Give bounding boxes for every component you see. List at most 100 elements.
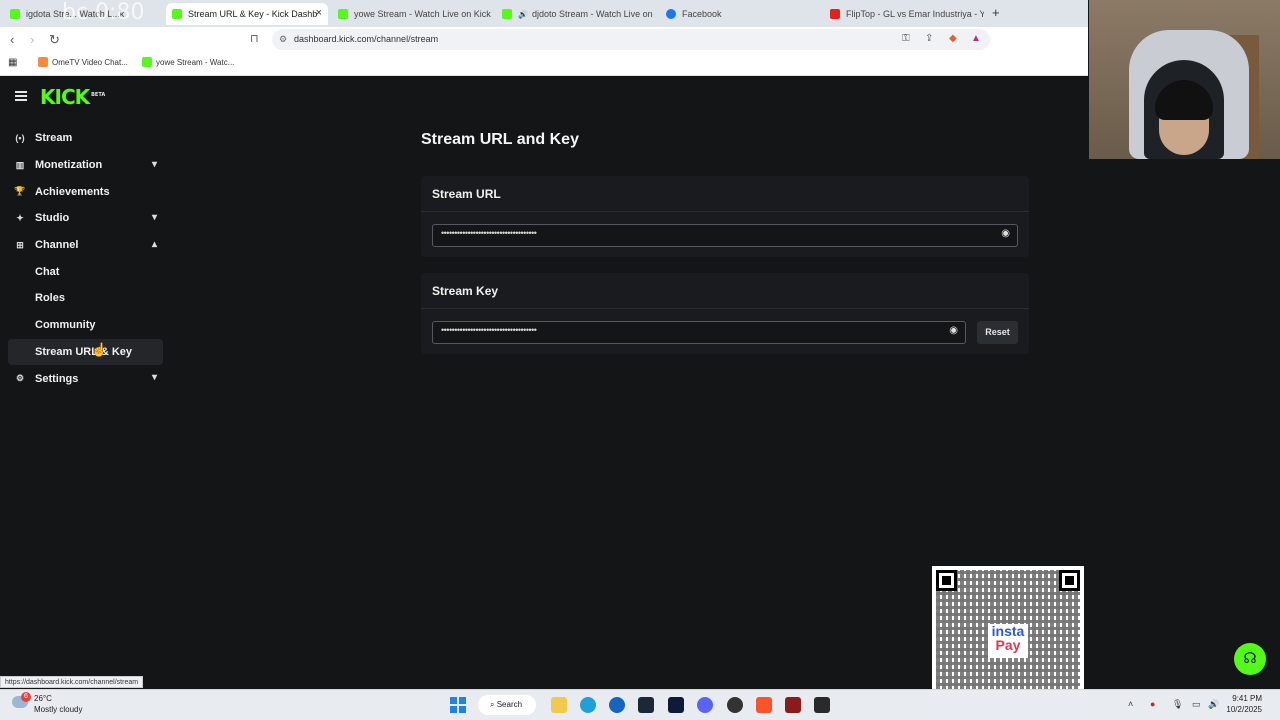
volume-icon[interactable]: 🔊 <box>1208 699 1219 710</box>
site-info-icon[interactable]: ⚙ <box>279 29 287 50</box>
stream-url-heading: Stream URL <box>421 176 1029 212</box>
mouse-cursor-icon: ☝ <box>91 342 108 357</box>
sidebar-item-label: Chat <box>35 265 60 278</box>
search-icon: ⌕ <box>490 700 497 709</box>
facebook-favicon-icon <box>666 9 676 19</box>
sidebar-item-settings[interactable]: ⚙ Settings ▾ <box>8 365 163 392</box>
bookmarks-bar: ▦ OmeTV Video Chat... yowe Stream - Watc… <box>0 52 1088 76</box>
logo-text-top: insta <box>991 623 1025 639</box>
file-explorer-icon[interactable] <box>551 697 567 713</box>
support-chat-button[interactable]: ☊ <box>1234 643 1266 675</box>
sidebar-item-community[interactable]: Community <box>8 312 163 339</box>
reset-button[interactable]: Reset <box>977 321 1018 344</box>
tab-djdoto[interactable]: 🔊 djdoto Stream - Watch Live on K <box>496 3 656 25</box>
bookmark-yowe[interactable]: yowe Stream - Watc... <box>142 57 234 67</box>
brave-shield-icon[interactable]: ◆ <box>949 33 957 44</box>
stream-url-value: •••••••••••••••••••••••••••••••••••• <box>441 228 537 238</box>
eye-icon[interactable]: ◉ <box>949 325 958 336</box>
stream-key-heading: Stream Key <box>421 273 1029 309</box>
new-tab-button[interactable]: + <box>992 5 1000 20</box>
kick-favicon-icon <box>10 9 20 19</box>
browser-tab-bar: igdota Stre... Watch L...k Stream URL & … <box>0 0 1088 27</box>
kick-favicon-icon <box>172 9 182 19</box>
chevron-down-icon[interactable]: ▾ <box>152 212 157 223</box>
sidebar-item-studio[interactable]: ✦ Studio ▾ <box>8 205 163 232</box>
steam-icon[interactable] <box>638 697 654 713</box>
sidebar-item-label: Community <box>35 319 96 332</box>
hamburger-menu-icon[interactable] <box>15 91 27 101</box>
chart-icon: ▥ <box>15 159 25 170</box>
sidebar-item-stream[interactable]: (•) Stream <box>8 125 163 152</box>
clock-date: 10/2/2025 <box>1226 705 1262 714</box>
sidebar-item-channel[interactable]: ⊞ Channel ▴ <box>8 232 163 259</box>
app-icon[interactable] <box>814 697 830 713</box>
kick-favicon-icon <box>142 57 152 67</box>
chevron-up-icon[interactable]: ▴ <box>152 239 157 250</box>
windows-start-icon[interactable] <box>450 697 466 713</box>
clock-time: 9:41 PM <box>1232 694 1262 703</box>
brave-icon[interactable] <box>756 697 772 713</box>
network-icon[interactable]: ▭ <box>1192 699 1201 710</box>
stream-key-value: •••••••••••••••••••••••••••••••••••• <box>441 325 537 335</box>
back-icon[interactable]: ‹ <box>10 32 14 47</box>
gear-icon: ⚙ <box>15 373 25 384</box>
tab-title: djdoto Stream - Watch Live on K <box>531 9 656 19</box>
channel-icon: ⊞ <box>16 239 24 250</box>
kick-logo[interactable]: KICK BETA <box>40 85 105 109</box>
taskbar-clock[interactable]: 9:41 PM 10/2/2025 <box>1222 693 1262 715</box>
sidebar-item-monetization[interactable]: ▥ Monetization ▾ <box>8 152 163 179</box>
stream-url-card: Stream URL •••••••••••••••••••••••••••••… <box>421 176 1029 257</box>
url-field[interactable]: ⚙ dashboard.kick.com/channel/stream <box>272 29 990 50</box>
obs-icon[interactable] <box>727 697 743 713</box>
apps-grid-icon[interactable]: ▦ <box>8 57 17 68</box>
discord-icon[interactable] <box>697 697 713 713</box>
app-icon[interactable] <box>609 697 625 713</box>
tray-chevron-up-icon[interactable]: ˄ <box>1128 699 1133 709</box>
bookmark-icon[interactable]: ⊓ <box>250 32 259 45</box>
sidebar-item-roles[interactable]: Roles <box>8 285 163 312</box>
bookmark-ometv[interactable]: OmeTV Video Chat... <box>38 57 128 67</box>
ometv-favicon-icon <box>38 57 48 67</box>
weather-widget[interactable]: 6 26°C Mostly cloudy <box>12 692 82 715</box>
webcam-overlay <box>1089 0 1280 159</box>
share-icon[interactable]: ⇪ <box>925 33 933 44</box>
chevron-down-icon[interactable]: ▾ <box>152 159 157 170</box>
sidebar-item-achievements[interactable]: 🏆 Achievements <box>8 178 163 205</box>
sidebar-item-chat[interactable]: Chat <box>8 258 163 285</box>
beta-badge: BETA <box>91 92 106 99</box>
reload-icon[interactable]: ↻ <box>49 32 60 48</box>
chevron-down-icon[interactable]: ▾ <box>152 372 157 383</box>
vscode-icon[interactable] <box>668 697 684 713</box>
microphone-icon[interactable]: 🎙 <box>1172 699 1183 710</box>
sidebar-item-label: Monetization <box>35 159 103 172</box>
key-icon[interactable]: ⚿ <box>902 33 910 44</box>
timer-overlay-text: bc 0:80 <box>62 0 145 25</box>
sidebar-item-label: Stream URL & Key <box>35 345 132 358</box>
forward-icon[interactable]: › <box>30 32 34 47</box>
search-label: Search <box>496 700 523 709</box>
tab-facebook[interactable]: Facebook <box>660 3 820 25</box>
logo-text: KICK <box>40 85 90 109</box>
kick-favicon-icon <box>502 9 512 19</box>
tab-title: Facebook <box>682 9 722 19</box>
tab-title: Stream URL & Key - Kick Dashb <box>188 9 318 19</box>
taskbar-search[interactable]: ⌕ Search <box>478 695 536 715</box>
tray-app-icon[interactable]: ● <box>1150 699 1155 709</box>
stream-url-field[interactable]: •••••••••••••••••••••••••••••••••••• ◉ <box>432 224 1018 247</box>
instapay-logo: insta Pay <box>988 624 1028 658</box>
dota-icon[interactable] <box>785 697 801 713</box>
close-tab-icon[interactable]: × <box>316 7 322 19</box>
status-bar-url: https://dashboard.kick.com/channel/strea… <box>0 676 144 688</box>
sidebar-item-stream-url-key[interactable]: Stream URL & Key <box>8 338 163 366</box>
bookmark-label: yowe Stream - Watc... <box>156 57 235 67</box>
edge-icon[interactable] <box>580 697 596 713</box>
eye-icon[interactable]: ◉ <box>1001 228 1010 239</box>
tab-yowe[interactable]: yowe Stream - Watch Live on Kick <box>332 3 492 25</box>
brave-rewards-icon[interactable]: ▲ <box>971 33 981 44</box>
sidebar-item-label: Channel <box>35 239 79 252</box>
logo-text-bottom: Pay <box>995 637 1021 653</box>
tab-fliptop[interactable]: FlipTop - GL vs Emar Industriya - You <box>824 3 984 25</box>
stream-key-field[interactable]: •••••••••••••••••••••••••••••••••••• ◉ <box>432 321 966 344</box>
tab-stream-url-key[interactable]: Stream URL & Key - Kick Dashb × <box>166 3 328 25</box>
studio-icon: ✦ <box>16 212 24 223</box>
